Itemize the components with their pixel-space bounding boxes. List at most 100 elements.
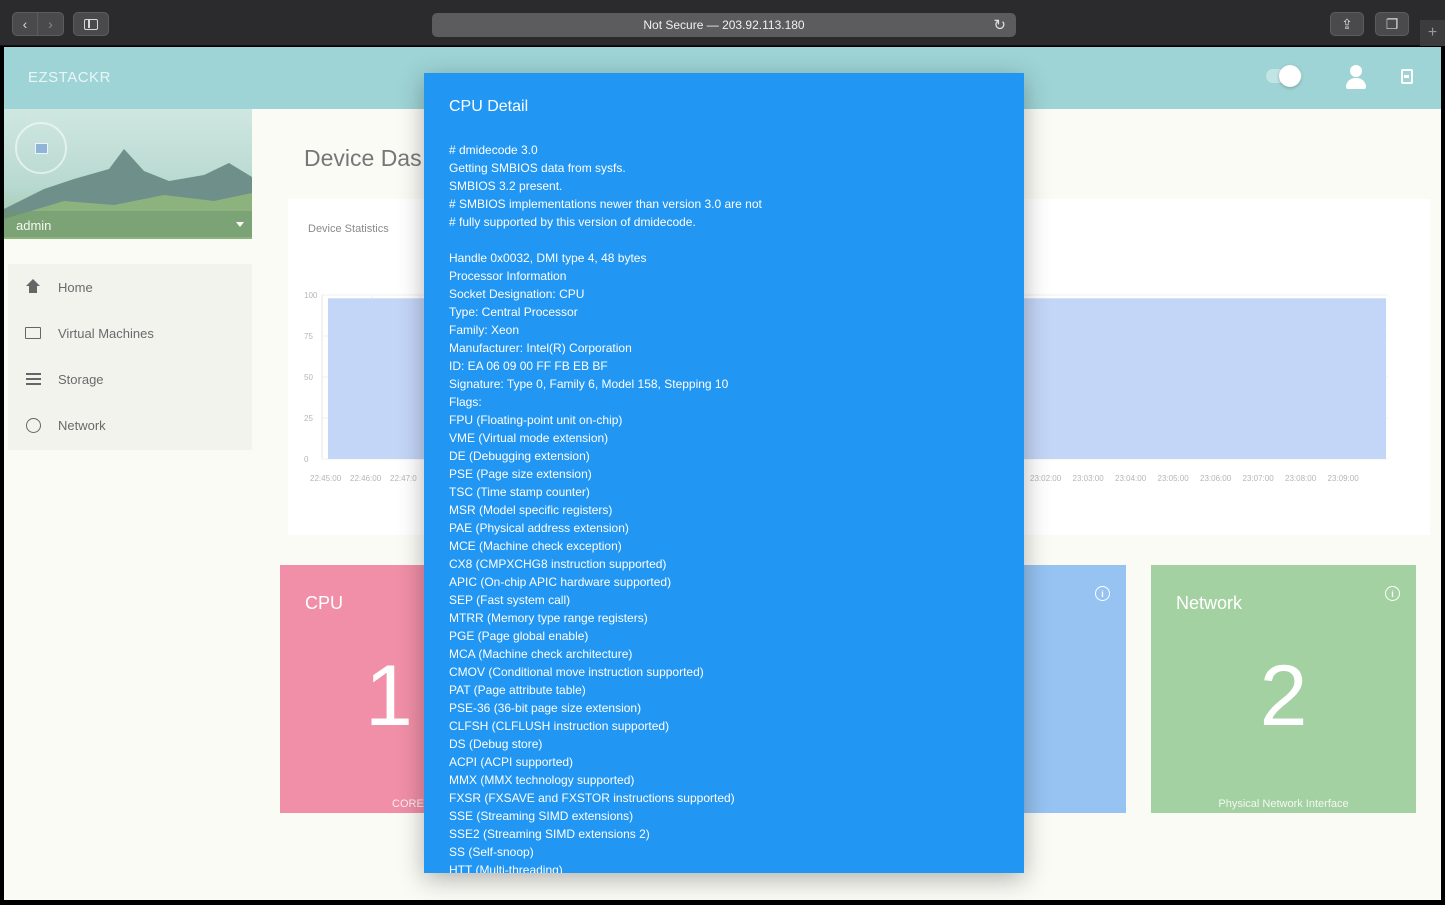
x-tick-label: 23:07:00: [1243, 474, 1275, 483]
network-tile-label: Physical Network Interface: [1218, 798, 1349, 810]
cpu-detail-line: ID: EA 06 09 00 FF FB EB BF: [449, 359, 608, 373]
cpu-detail-line: SEP (Fast system call): [449, 593, 571, 607]
y-tick-label: 75: [304, 332, 313, 341]
avatar[interactable]: [15, 122, 67, 174]
logout-icon[interactable]: [1401, 69, 1413, 84]
network-tile-title: Network: [1176, 593, 1243, 613]
x-tick-label: 22:45:00: [310, 474, 342, 483]
sidebar: admin Home Virtual Machines Storage Netw…: [4, 109, 252, 900]
cpu-detail-line: ACPI (ACPI supported): [449, 755, 574, 769]
cpu-detail-line: DS (Debug store): [449, 737, 543, 751]
sidebar-item-network[interactable]: Network: [8, 402, 252, 448]
cpu-detail-line: CX8 (CMPXCHG8 instruction supported): [449, 557, 667, 571]
tabs-icon: ❐: [1385, 15, 1399, 32]
cpu-detail-line: PAT (Page attribute table): [449, 683, 586, 697]
cpu-detail-line: Flags:: [449, 395, 482, 409]
cpu-detail-line: SSE (Streaming SIMD extensions): [449, 809, 634, 823]
sidebar-item-home[interactable]: Home: [8, 264, 252, 310]
theme-toggle-knob[interactable]: [1279, 65, 1301, 87]
cpu-detail-line: PGE (Page global enable): [449, 629, 589, 643]
chevron-right-icon: ›: [48, 16, 53, 32]
cpu-detail-line: [449, 231, 762, 249]
cpu-detail-line: # SMBIOS implementations newer than vers…: [449, 197, 762, 211]
globe-icon: [24, 417, 42, 433]
address-bar[interactable]: Not Secure — 203.92.113.180 ↻: [432, 13, 1016, 37]
cpu-detail-line: Type: Central Processor: [449, 305, 578, 319]
cpu-detail-line: PSE (Page size extension): [449, 467, 592, 481]
monitor-icon: [24, 325, 42, 341]
cpu-detail-line: HTT (Multi-threading): [449, 863, 563, 873]
info-icon[interactable]: i: [1095, 586, 1110, 601]
cpu-detail-line: Signature: Type 0, Family 6, Model 158, …: [449, 377, 729, 391]
browser-toolbar: ‹ › Not Secure — 203.92.113.180 ↻ ⇪ ❐ +: [0, 0, 1445, 46]
sidebar-item-label: Storage: [58, 371, 104, 387]
cpu-detail-line: PAE (Physical address extension): [449, 521, 629, 535]
chevron-left-icon: ‹: [22, 16, 28, 32]
x-tick-label: 23:03:00: [1073, 474, 1105, 483]
x-tick-label: 23:06:00: [1200, 474, 1232, 483]
home-icon: [24, 279, 42, 295]
history-nav: ‹ ›: [12, 12, 64, 36]
cpu-detail-line: Socket Designation: CPU: [449, 287, 585, 301]
y-tick-label: 25: [304, 414, 313, 423]
share-button[interactable]: ⇪: [1330, 12, 1364, 36]
brand-logo[interactable]: EZSTACKR: [28, 69, 111, 86]
x-tick-label: 22:46:00: [350, 474, 382, 483]
profile-menu[interactable]: admin: [4, 211, 252, 237]
user-icon[interactable]: [1344, 65, 1368, 91]
sidebar-icon: [84, 18, 98, 30]
cpu-detail-line: MMX (MMX technology supported): [449, 773, 635, 787]
cpu-detail-line: FPU (Floating-point unit on-chip): [449, 413, 623, 427]
cpu-detail-line: SS (Self-snoop): [449, 845, 534, 859]
reload-icon[interactable]: ↻: [993, 16, 1006, 34]
sidebar-item-virtual-machines[interactable]: Virtual Machines: [8, 310, 252, 356]
page-title: Device Das: [304, 145, 422, 171]
cpu-detail-line: Getting SMBIOS data from sysfs.: [449, 161, 626, 175]
tab-overview-button[interactable]: ❐: [1375, 12, 1409, 36]
x-tick-label: 23:02:00: [1030, 474, 1062, 483]
x-tick-label: 23:09:00: [1328, 474, 1360, 483]
share-icon: ⇪: [1341, 15, 1353, 32]
cpu-detail-line: FXSR (FXSAVE and FXSTOR instructions sup…: [449, 791, 735, 805]
cpu-detail-line: TSC (Time stamp counter): [449, 485, 590, 499]
cpu-detail-modal[interactable]: CPU Detail # dmidecode 3.0 Getting SMBIOS…: [424, 73, 1024, 873]
new-tab-button[interactable]: +: [1420, 20, 1445, 46]
cpu-detail-line: MCA (Machine check architecture): [449, 647, 633, 661]
cpu-detail-line: APIC (On-chip APIC hardware supported): [449, 575, 672, 589]
cpu-detail-output: # dmidecode 3.0 Getting SMBIOS data from …: [449, 141, 762, 873]
modal-title: CPU Detail: [449, 98, 529, 115]
info-icon[interactable]: i: [1385, 586, 1400, 601]
cpu-detail-line: VME (Virtual mode extension): [449, 431, 609, 445]
avatar-image-icon: [34, 142, 48, 154]
cpu-detail-line: CLFSH (CLFLUSH instruction supported): [449, 719, 670, 733]
cpu-detail-line: DE (Debugging extension): [449, 449, 590, 463]
address-text: Not Secure — 203.92.113.180: [643, 18, 805, 32]
y-tick-label: 50: [304, 373, 313, 382]
cpu-tile-title: CPU: [305, 593, 344, 613]
cpu-detail-line: MTRR (Memory type range registers): [449, 611, 648, 625]
sidebar-item-label: Virtual Machines: [58, 325, 154, 341]
caret-down-icon[interactable]: [236, 222, 244, 227]
back-button[interactable]: ‹: [12, 12, 38, 36]
cpu-detail-line: Handle 0x0032, DMI type 4, 48 bytes: [449, 251, 647, 265]
network-tile-value: 2: [1259, 648, 1308, 744]
sidebar-item-label: Home: [58, 279, 93, 295]
sidebar-item-label: Network: [58, 417, 106, 433]
x-tick-label: 23:04:00: [1115, 474, 1147, 483]
x-tick-label: 23:08:00: [1285, 474, 1317, 483]
profile-username: admin: [16, 218, 52, 233]
cpu-detail-line: Processor Information: [449, 269, 567, 283]
cpu-detail-line: SMBIOS 3.2 present.: [449, 179, 563, 193]
x-tick-label: 23:05:00: [1158, 474, 1190, 483]
sidebar-toggle-button[interactable]: [73, 12, 109, 36]
network-tile[interactable]: Network i 2 Physical Network Interface: [1151, 565, 1416, 813]
cpu-detail-line: MCE (Machine check exception): [449, 539, 622, 553]
forward-button[interactable]: ›: [38, 12, 64, 36]
y-tick-label: 100: [304, 291, 318, 300]
sidebar-item-storage[interactable]: Storage: [8, 356, 252, 402]
sidebar-menu: Home Virtual Machines Storage Network: [8, 264, 252, 450]
cpu-detail-line: Family: Xeon: [449, 323, 520, 337]
cpu-detail-line: PSE-36 (36-bit page size extension): [449, 701, 642, 715]
storage-icon: [24, 371, 42, 387]
y-tick-label: 0: [304, 455, 309, 464]
